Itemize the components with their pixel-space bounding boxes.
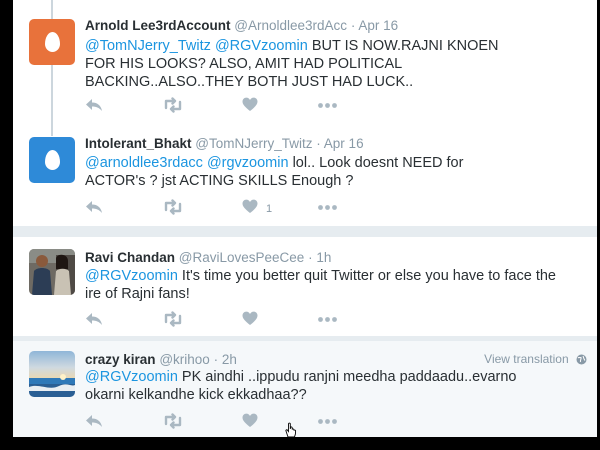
tweet-text: @RGVzoomin It's time you better quit Twi… (85, 267, 565, 303)
reply-icon[interactable] (85, 97, 103, 113)
display-name[interactable]: Arnold Lee3rdAccount (85, 18, 231, 33)
tweet-header: crazy kiran @krihoo · 2h (85, 352, 237, 367)
tweet[interactable]: crazy kiran @krihoo · 2h View translatio… (13, 341, 597, 437)
timestamp[interactable]: 1h (316, 250, 331, 265)
retweet-icon[interactable] (163, 199, 183, 215)
heart-icon[interactable] (242, 199, 258, 214)
egg-icon (44, 32, 60, 52)
tweet-header: Ravi Chandan @RaviLovesPeeCee · 1h (85, 250, 331, 265)
display-name[interactable]: Ravi Chandan (85, 250, 175, 265)
tweet-text: @RGVzoomin PK aindhi ..ippudu ranjni mee… (85, 368, 555, 404)
more-dots-icon[interactable] (318, 103, 337, 108)
like-count: 1 (266, 203, 273, 215)
mention-link[interactable]: @RGVzoomin (85, 268, 178, 284)
username[interactable]: @Arnoldlee3rdAcc (234, 18, 347, 33)
heart-icon[interactable] (242, 97, 258, 112)
retweet-icon[interactable] (163, 97, 183, 113)
timestamp[interactable]: Apr 16 (358, 18, 398, 33)
globe-icon (576, 354, 587, 368)
more-dots-icon[interactable] (318, 317, 337, 322)
reply-icon[interactable] (85, 199, 103, 215)
timeline: Arnold Lee3rdAccount @Arnoldlee3rdAcc · … (13, 0, 597, 437)
avatar[interactable] (29, 19, 75, 65)
display-name[interactable]: Intolerant_Bhakt (85, 136, 192, 151)
reply-icon[interactable] (85, 413, 103, 429)
separator: · (213, 352, 219, 367)
mention-link[interactable]: @rgvzoomin (207, 155, 289, 171)
conversation-block: Arnold Lee3rdAccount @Arnoldlee3rdAcc · … (13, 0, 597, 226)
more-dots-icon[interactable] (318, 419, 337, 424)
view-translation-link[interactable]: View translation (484, 352, 587, 368)
hand-cursor-icon (284, 422, 298, 443)
username[interactable]: @TomNJerry_Twitz (195, 136, 312, 151)
heart-icon[interactable] (242, 311, 258, 326)
tweet-text: @arnoldlee3rdacc @rgvzoomin lol.. Look d… (85, 154, 505, 190)
username[interactable]: @krihoo (159, 352, 209, 367)
avatar[interactable] (29, 351, 75, 397)
timestamp[interactable]: 2h (222, 352, 237, 367)
retweet-icon[interactable] (163, 311, 183, 327)
tweet[interactable]: Ravi Chandan @RaviLovesPeeCee · 1h @RGVz… (13, 237, 597, 336)
timestamp[interactable]: Apr 16 (324, 136, 364, 151)
avatar[interactable] (29, 137, 75, 183)
tweet-text: @TomNJerry_Twitz @RGVzoomin BUT IS NOW.R… (85, 37, 515, 91)
separator: · (316, 136, 321, 151)
display-name[interactable]: crazy kiran (85, 352, 156, 367)
username[interactable]: @RaviLovesPeeCee (179, 250, 305, 265)
retweet-icon[interactable] (163, 413, 183, 429)
tweet-header: Arnold Lee3rdAccount @Arnoldlee3rdAcc · … (85, 18, 398, 33)
mention-link[interactable]: @RGVzoomin (215, 38, 308, 54)
separator: · (350, 18, 356, 33)
reply-icon[interactable] (85, 311, 103, 327)
mention-link[interactable]: @TomNJerry_Twitz (85, 38, 211, 54)
tweet-header: Intolerant_Bhakt @TomNJerry_Twitz · Apr … (85, 136, 364, 151)
egg-icon (44, 150, 60, 170)
mention-link[interactable]: @RGVzoomin (85, 369, 178, 385)
view-translation-label: View translation (484, 352, 569, 366)
heart-icon[interactable] (242, 413, 258, 428)
more-dots-icon[interactable] (318, 205, 337, 210)
separator: · (308, 250, 313, 265)
mention-link[interactable]: @arnoldlee3rdacc (85, 155, 203, 171)
avatar[interactable] (29, 249, 75, 295)
